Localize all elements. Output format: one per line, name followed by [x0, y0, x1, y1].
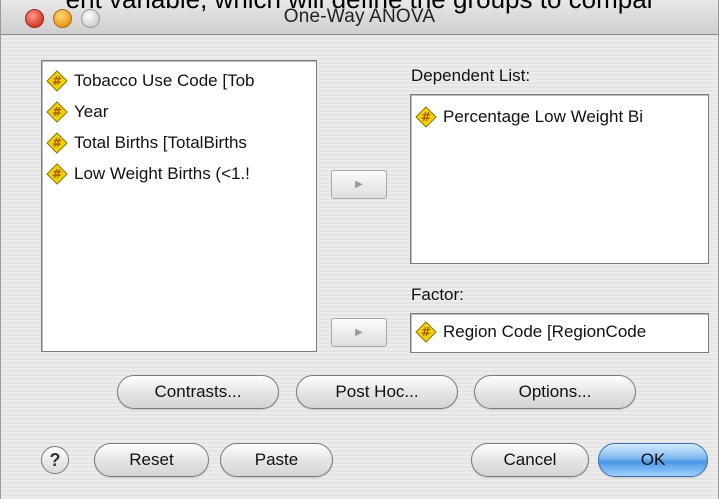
- svg-text:#: #: [421, 325, 431, 339]
- factor-item[interactable]: # Region Code [RegionCode: [411, 314, 708, 350]
- factor-value: Region Code [RegionCode: [443, 322, 647, 341]
- variable-list[interactable]: # Tobacco Use Code [Tob # Year # Total B…: [41, 60, 317, 352]
- window-title: One-Way ANOVA: [283, 6, 436, 27]
- title-bar[interactable]: ent variable, which will define the grou…: [1, 0, 718, 35]
- dependent-list[interactable]: # Percentage Low Weight Bi: [410, 94, 709, 264]
- reset-button[interactable]: Reset: [94, 443, 209, 477]
- svg-text:#: #: [421, 110, 431, 124]
- variable-label: Low Weight Births (<1.!: [74, 163, 250, 183]
- svg-text:#: #: [52, 167, 62, 181]
- scale-variable-icon: #: [46, 100, 68, 123]
- variable-label: Year: [74, 101, 109, 121]
- paste-button[interactable]: Paste: [220, 443, 333, 477]
- move-to-factor-button[interactable]: ▶: [331, 318, 387, 347]
- scale-variable-icon: #: [46, 131, 68, 154]
- scale-variable-icon: #: [415, 105, 437, 128]
- dependent-item-label: Percentage Low Weight Bi: [443, 106, 644, 126]
- move-to-dependent-button[interactable]: ▶: [331, 170, 387, 199]
- cancel-button[interactable]: Cancel: [471, 443, 589, 477]
- variable-item[interactable]: # Tobacco Use Code [Tob: [42, 65, 316, 96]
- factor-field[interactable]: # Region Code [RegionCode: [410, 313, 709, 353]
- ok-button[interactable]: OK: [598, 443, 708, 477]
- svg-text:#: #: [52, 105, 62, 119]
- scale-variable-icon: #: [415, 321, 437, 343]
- variable-label: Tobacco Use Code [Tob: [74, 70, 255, 90]
- post-hoc-button[interactable]: Post Hoc...: [296, 375, 458, 409]
- scale-variable-icon: #: [46, 162, 68, 185]
- dependent-list-label: Dependent List:: [411, 66, 531, 85]
- variable-item[interactable]: # Low Weight Births (<1.!: [42, 158, 316, 189]
- options-button[interactable]: Options...: [474, 375, 636, 409]
- right-arrow-icon: ▶: [355, 179, 363, 190]
- svg-text:#: #: [52, 136, 62, 150]
- variable-item[interactable]: # Total Births [TotalBirths: [42, 127, 316, 158]
- contrasts-button[interactable]: Contrasts...: [117, 375, 279, 409]
- page: ent variable, which will define the grou…: [0, 0, 719, 499]
- dependent-item[interactable]: # Percentage Low Weight Bi: [411, 101, 708, 132]
- variable-item[interactable]: # Year: [42, 96, 316, 127]
- dialog-window: ent variable, which will define the grou…: [0, 0, 719, 499]
- help-button[interactable]: ?: [41, 446, 69, 474]
- scale-variable-icon: #: [46, 69, 68, 92]
- svg-text:#: #: [52, 74, 62, 88]
- variable-label: Total Births [TotalBirths: [74, 132, 247, 152]
- factor-label: Factor:: [411, 285, 464, 304]
- right-arrow-icon: ▶: [355, 327, 363, 338]
